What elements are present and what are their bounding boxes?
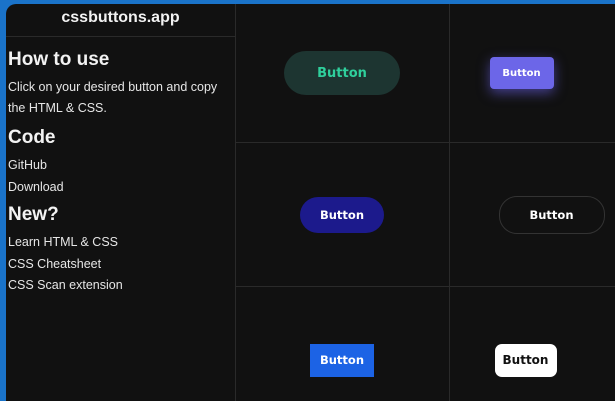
- gallery-cell: Button: [235, 4, 450, 143]
- app-window: cssbuttons.app How to use Click on your …: [6, 4, 615, 401]
- gallery-cell: Button: [235, 143, 450, 287]
- how-to-use-text: Click on your desired button and copy th…: [8, 80, 218, 115]
- white-button[interactable]: Button: [494, 343, 557, 377]
- brand-title[interactable]: cssbuttons.app: [6, 4, 235, 37]
- css-scan-extension-link[interactable]: CSS Scan extension: [8, 275, 235, 297]
- learn-html-css-link[interactable]: Learn HTML & CSS: [8, 232, 235, 254]
- download-link[interactable]: Download: [8, 177, 235, 199]
- gallery-cell: Button: [450, 4, 615, 143]
- navy-pill-button[interactable]: Button: [300, 196, 384, 233]
- code-heading: Code: [8, 127, 56, 148]
- sidebar-content: How to use Click on your desired button …: [6, 37, 235, 297]
- blue-square-button[interactable]: Button: [310, 343, 374, 377]
- button-gallery: Button Button Button Button Button Butto…: [235, 4, 615, 401]
- new-heading: New?: [8, 204, 59, 225]
- purple-glow-button[interactable]: Button: [489, 57, 554, 89]
- gallery-cell: Button: [235, 287, 450, 401]
- github-link[interactable]: GitHub: [8, 155, 235, 177]
- css-cheatsheet-link[interactable]: CSS Cheatsheet: [8, 254, 235, 276]
- pill-green-button[interactable]: Button: [284, 51, 400, 95]
- outline-dark-button[interactable]: Button: [498, 195, 605, 234]
- gallery-cell: Button: [450, 287, 615, 401]
- gallery-cell: Button: [450, 143, 615, 287]
- sidebar: cssbuttons.app How to use Click on your …: [6, 4, 236, 401]
- how-to-use-heading: How to use: [8, 49, 110, 70]
